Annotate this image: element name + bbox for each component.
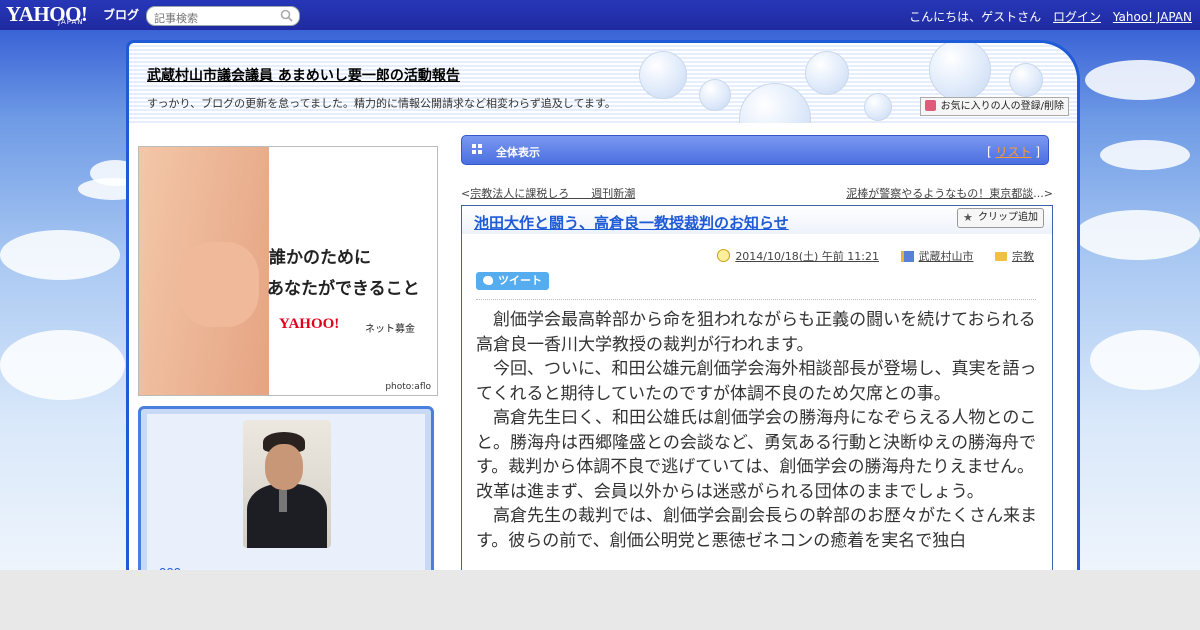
blog-logo-label[interactable]: ブログ — [103, 6, 139, 23]
next-article: 泥棒が警察やるようなもの！東京都談...> — [846, 185, 1053, 201]
search-input[interactable] — [154, 12, 274, 25]
list-link-wrapper: [ リスト ] — [987, 143, 1040, 160]
location-link[interactable]: 武蔵村山市 — [919, 250, 974, 263]
bubble-decoration — [864, 93, 892, 121]
helping-hand-image-detail — [179, 242, 259, 327]
favorite-button-label: お気に入りの人の登録/削除 — [940, 101, 1064, 112]
avatar-face — [265, 444, 303, 490]
article-paragraph: 今回、ついに、和田公雄元創価学会海外相談部長が登場し、真実を語ってくれると期待し… — [476, 359, 1037, 404]
all-view-label: 全体表示 — [496, 146, 540, 159]
article-paragraph: 高倉先生曰く、和田公雄氏は創価学会の勝海舟になぞらえる人物とのこと。勝海舟は西郷… — [476, 408, 1037, 502]
profile-avatar[interactable] — [243, 420, 331, 548]
meta-divider — [476, 299, 1036, 300]
cloud-decoration — [1100, 140, 1190, 170]
next-ellipsis: ... — [1033, 187, 1044, 200]
ad-headline-2: あなたができること — [267, 279, 420, 299]
next-arrow: > — [1043, 187, 1053, 200]
donation-ad-banner[interactable]: 誰かのために あなたができること YAHOO! ネット募金 photo:aflo — [138, 146, 438, 396]
bubble-decoration — [699, 79, 731, 111]
profile-inner: ooo — [147, 414, 425, 584]
clip-button-label: クリップ追加 — [978, 212, 1038, 223]
page-bottom-band — [0, 570, 1200, 630]
folder-icon — [995, 252, 1007, 261]
yahoo-logo-sub: JAPAN — [58, 18, 84, 26]
grid-icon — [472, 144, 482, 154]
tweet-label: ツイート — [498, 274, 542, 287]
article-pager: <宗教法人に課税しろ 週刊新潮 泥棒が警察やるようなもの！東京都談...> — [461, 185, 1053, 201]
article-box: 池田大作と闘う、高倉良一教授裁判のお知らせ ★ クリップ追加 2014/10/1… — [461, 205, 1053, 627]
search-icon[interactable] — [280, 9, 293, 22]
top-user-nav: こんにちは、ゲストさん ログイン Yahoo! JAPAN — [909, 8, 1192, 25]
article-paragraph: 創価学会最高幹部から命を狙われながらも正義の闘いを続けておられる高倉良一香川大学… — [476, 310, 1036, 355]
prev-article: <宗教法人に課税しろ 週刊新潮 — [461, 185, 635, 201]
clock-icon — [717, 249, 731, 262]
list-bracket-close: ] — [1035, 145, 1040, 159]
article-category: 宗教 — [995, 250, 1034, 263]
clip-add-button[interactable]: ★ クリップ追加 — [957, 208, 1044, 228]
article-paragraph: 高倉先生の裁判では、創価学会副会長らの幹部のお歴々がたくさん来ます。彼らの前で、… — [476, 506, 1037, 551]
article-search-box — [146, 6, 300, 26]
top-navigation-bar: YAHOO! JAPAN ブログ こんにちは、ゲストさん ログイン Yahoo!… — [0, 0, 1200, 30]
article-date: 2014/10/18(土) 午前 11:21 — [717, 249, 879, 263]
ad-headline-1: 誰かのために — [269, 248, 371, 268]
avatar-body — [247, 484, 327, 548]
greeting-text: こんにちは、ゲストさん — [909, 10, 1042, 24]
prev-arrow: < — [461, 187, 471, 200]
article-title-link[interactable]: 池田大作と闘う、高倉良一教授裁判のお知らせ — [474, 212, 789, 233]
favorite-register-button[interactable]: お気に入りの人の登録/削除 — [919, 97, 1069, 116]
bubble-decoration — [929, 43, 991, 101]
blog-header: 武蔵村山市議会議員 あまめいし要一郎の活動報告 すっかり、ブログの更新を怠ってま… — [129, 43, 1077, 123]
bubble-decoration — [739, 83, 811, 123]
category-link[interactable]: 宗教 — [1012, 250, 1034, 263]
ad-yahoo-logo: YAHOO! — [279, 316, 340, 332]
ad-photo-credit: photo:aflo — [385, 382, 431, 392]
bubble-decoration — [639, 51, 687, 99]
yahoo-japan-link[interactable]: Yahoo! JAPAN — [1113, 10, 1192, 24]
bubble-decoration — [805, 51, 849, 95]
ad-donation-label: ネット募金 — [365, 324, 415, 335]
article-meta: 2014/10/18(土) 午前 11:21 武蔵村山市 宗教 — [699, 248, 1034, 264]
cloud-decoration — [1085, 60, 1195, 100]
prev-article-link[interactable]: 宗教法人に課税しろ 週刊新潮 — [470, 187, 635, 200]
article-body: 創価学会最高幹部から命を狙われながらも正義の闘いを続けておられる高倉良一香川大学… — [476, 308, 1038, 553]
list-link[interactable]: リスト — [995, 145, 1031, 159]
blog-frame: 武蔵村山市議会議員 あまめいし要一郎の活動報告 すっかり、ブログの更新を怠ってま… — [126, 40, 1080, 627]
blog-title-link[interactable]: 武蔵村山市議会議員 あまめいし要一郎の活動報告 — [147, 65, 460, 85]
cloud-decoration — [0, 330, 125, 400]
login-link[interactable]: ログイン — [1053, 10, 1101, 24]
star-icon: ★ — [963, 211, 973, 224]
blog-description: すっかり、ブログの更新を怠ってました。精力的に情報公開請求など相変わらず追及して… — [147, 97, 616, 110]
cloud-decoration — [0, 230, 120, 280]
list-bracket-open: [ — [986, 145, 992, 159]
article-header: 池田大作と闘う、高倉良一教授裁判のお知らせ ★ クリップ追加 — [462, 206, 1052, 234]
twitter-bird-icon — [483, 276, 493, 285]
cloud-decoration — [1075, 210, 1200, 260]
bubble-decoration — [1009, 63, 1043, 97]
article-location: 武蔵村山市 — [900, 250, 974, 263]
book-icon — [900, 251, 914, 262]
avatar-microphone — [279, 490, 287, 512]
tweet-button[interactable]: ツイート — [476, 272, 549, 290]
all-view-bar: 全体表示 [ リスト ] — [461, 135, 1049, 165]
favorite-icon — [924, 100, 936, 111]
article-date-link[interactable]: 2014/10/18(土) 午前 11:21 — [735, 250, 879, 263]
cloud-decoration — [1090, 330, 1200, 390]
profile-box: ooo — [138, 406, 434, 592]
next-article-link[interactable]: 泥棒が警察やるようなもの！東京都談 — [846, 187, 1033, 200]
